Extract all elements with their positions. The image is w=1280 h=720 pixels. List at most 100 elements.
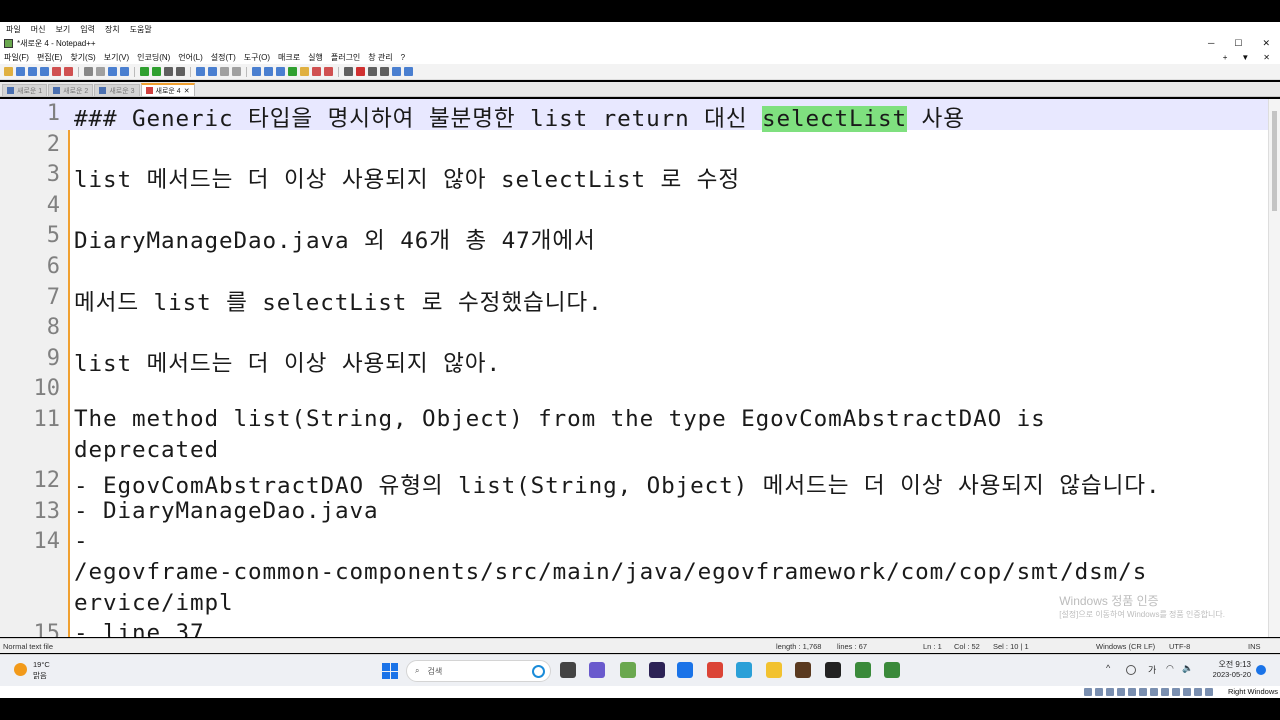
tray-chevron-icon[interactable]: ^ bbox=[1106, 663, 1110, 673]
editor-line[interactable]: 3 list 메서드는 더 이상 사용되지 않아 selectList 로 수정 bbox=[0, 160, 1268, 193]
chrome-icon[interactable] bbox=[707, 662, 723, 678]
toolbar-button-icon[interactable] bbox=[108, 67, 117, 76]
vm-audio-icon[interactable] bbox=[1106, 688, 1114, 696]
virtualbox-icon[interactable] bbox=[795, 662, 811, 678]
bing-icon[interactable] bbox=[532, 665, 545, 678]
vm-cpu-icon[interactable] bbox=[1172, 688, 1180, 696]
folder-icon[interactable] bbox=[766, 662, 782, 678]
editor-line[interactable]: 10 bbox=[0, 374, 1268, 405]
editor-line[interactable]: 11 The method list(String, Object) from t… bbox=[0, 405, 1268, 436]
vm-disk-icon[interactable] bbox=[1084, 688, 1092, 696]
tray-sync-icon[interactable] bbox=[1126, 665, 1136, 675]
github-desktop-icon[interactable] bbox=[884, 662, 900, 678]
maps-icon[interactable] bbox=[677, 662, 693, 678]
menu-edit[interactable]: 편집(E) bbox=[37, 52, 62, 63]
toolbar-button-icon[interactable] bbox=[276, 67, 285, 76]
tab-new-3[interactable]: 새로운 3 bbox=[94, 84, 140, 96]
sun-icon[interactable] bbox=[14, 663, 27, 676]
editor-line[interactable]: 6 bbox=[0, 252, 1268, 283]
toolbar-button-icon[interactable] bbox=[252, 67, 261, 76]
maximize-button[interactable]: ☐ bbox=[1234, 38, 1242, 49]
volume-icon[interactable]: 🔈 bbox=[1182, 663, 1193, 674]
vm-usb-icon[interactable] bbox=[1128, 688, 1136, 696]
toolbar-button-icon[interactable] bbox=[312, 67, 321, 76]
clock-time[interactable]: 오전 9:13 bbox=[1209, 659, 1251, 670]
menu-search[interactable]: 찾기(S) bbox=[70, 52, 95, 63]
editor-line[interactable]: deprecated bbox=[0, 436, 1268, 467]
vm-menu-machine[interactable]: 머신 bbox=[31, 24, 46, 35]
clock-date[interactable]: 2023-05-20 bbox=[1200, 670, 1251, 679]
editor-line[interactable]: 1 ### Generic 타입을 명시하여 불분명한 list return 대… bbox=[0, 99, 1268, 132]
menu-language[interactable]: 언어(L) bbox=[178, 52, 203, 63]
menu-plugins[interactable]: 플러그인 bbox=[331, 52, 360, 63]
menu-view[interactable]: 보기(V) bbox=[104, 52, 129, 63]
toolbar-button-icon[interactable] bbox=[16, 67, 25, 76]
toolbar-button-icon[interactable] bbox=[64, 67, 73, 76]
editor-line[interactable]: /egovframe-common-components/src/main/ja… bbox=[0, 558, 1268, 589]
toolbar-button-icon[interactable] bbox=[324, 67, 333, 76]
toolbar-button-icon[interactable] bbox=[264, 67, 273, 76]
menu-tools[interactable]: 도구(O) bbox=[244, 52, 270, 63]
toolbar-button-icon[interactable] bbox=[232, 67, 241, 76]
notepadpp-icon[interactable] bbox=[620, 662, 636, 678]
close-doc-icon[interactable]: ✕ bbox=[1263, 53, 1270, 62]
scrollbar-thumb[interactable] bbox=[1272, 111, 1277, 211]
vm-keyboard-icon[interactable] bbox=[1194, 688, 1202, 696]
tab-new-4[interactable]: 새로운 4 ✕ bbox=[140, 83, 195, 96]
tab-list-down-icon[interactable]: ▼ bbox=[1241, 53, 1249, 62]
toolbar-button-icon[interactable] bbox=[176, 67, 185, 76]
editor-line[interactable]: 7 메서드 list 를 selectList 로 수정했습니다. bbox=[0, 283, 1268, 316]
menu-run[interactable]: 실행 bbox=[308, 52, 323, 63]
toolbar-button-icon[interactable] bbox=[368, 67, 377, 76]
toolbar-button-icon[interactable] bbox=[28, 67, 37, 76]
toolbar-button-icon[interactable] bbox=[380, 67, 389, 76]
editor-line[interactable]: 9 list 메서드는 더 이상 사용되지 않아. bbox=[0, 344, 1268, 377]
editor-line[interactable]: 4 bbox=[0, 191, 1268, 222]
tab-close-icon[interactable]: ✕ bbox=[184, 87, 190, 95]
vm-mouse-icon[interactable] bbox=[1183, 688, 1191, 696]
vm-menu-devices[interactable]: 장치 bbox=[105, 24, 120, 35]
window-icon[interactable] bbox=[736, 662, 752, 678]
terminal-icon[interactable] bbox=[825, 662, 841, 678]
vm-shared-folder-icon[interactable] bbox=[1139, 688, 1147, 696]
eclipse-icon[interactable] bbox=[649, 662, 665, 678]
toolbar-button-icon[interactable] bbox=[96, 67, 105, 76]
toolbar-button-icon[interactable] bbox=[152, 67, 161, 76]
menu-help[interactable]: ? bbox=[401, 53, 405, 62]
windows-start-icon[interactable] bbox=[382, 663, 398, 679]
weather-description[interactable]: 맑음 bbox=[33, 670, 47, 681]
editor-line[interactable]: 8 bbox=[0, 313, 1268, 344]
menu-settings[interactable]: 설정(T) bbox=[211, 52, 236, 63]
toolbar-button-icon[interactable] bbox=[164, 67, 173, 76]
taskbar-search[interactable]: ⌕ 검색 bbox=[406, 660, 551, 682]
toolbar-button-icon[interactable] bbox=[220, 67, 229, 76]
vm-menu-file[interactable]: 파일 bbox=[6, 24, 21, 35]
editor-line[interactable]: 5 DiaryManageDao.java 외 46개 총 47개에서 bbox=[0, 221, 1268, 254]
toolbar-button-icon[interactable] bbox=[4, 67, 13, 76]
file-manager-icon[interactable] bbox=[560, 662, 576, 678]
toolbar-button-icon[interactable] bbox=[120, 67, 129, 76]
toolbar-button-icon[interactable] bbox=[40, 67, 49, 76]
toolbar-button-icon[interactable] bbox=[208, 67, 217, 76]
tab-new-1[interactable]: 새로운 1 bbox=[2, 84, 48, 96]
vm-network-icon[interactable] bbox=[1117, 688, 1125, 696]
wifi-icon[interactable]: ◠ bbox=[1166, 663, 1174, 674]
toolbar-button-icon[interactable] bbox=[356, 67, 365, 76]
editor-line[interactable]: 12 - EgovComAbstractDAO 유형의 list(String, … bbox=[0, 466, 1268, 499]
new-tab-plus-icon[interactable]: + bbox=[1223, 53, 1228, 62]
github-icon[interactable] bbox=[855, 662, 871, 678]
toolbar-button-icon[interactable] bbox=[392, 67, 401, 76]
vm-display-icon[interactable] bbox=[1150, 688, 1158, 696]
vm-capture-icon[interactable] bbox=[1161, 688, 1169, 696]
weather-temperature[interactable]: 19°C bbox=[33, 660, 50, 669]
vm-menu-help[interactable]: 도움말 bbox=[130, 24, 152, 35]
notification-icon[interactable] bbox=[1256, 665, 1266, 675]
close-button[interactable]: ✕ bbox=[1262, 38, 1270, 49]
toolbar-button-icon[interactable] bbox=[196, 67, 205, 76]
vm-cd-icon[interactable] bbox=[1095, 688, 1103, 696]
minimize-button[interactable]: ─ bbox=[1208, 38, 1214, 48]
toolbar-button-icon[interactable] bbox=[84, 67, 93, 76]
vertical-scrollbar[interactable] bbox=[1268, 99, 1280, 637]
text-editor[interactable]: 1 ### Generic 타입을 명시하여 불분명한 list return 대… bbox=[0, 99, 1280, 637]
editor-line[interactable]: 14- bbox=[0, 527, 1268, 558]
